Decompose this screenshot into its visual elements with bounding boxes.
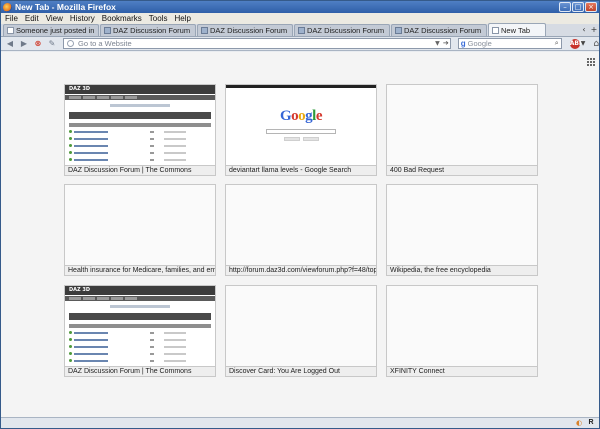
adblock-icon[interactable]: ABP xyxy=(569,38,583,49)
tile-caption: DAZ Discussion Forum | The Commons xyxy=(64,165,216,176)
tab-strip: Someone just posted in ... DAZ Discussio… xyxy=(1,23,599,37)
tab-daz-forum-1[interactable]: DAZ Discussion Forum |... xyxy=(100,24,196,36)
site-tile-discover-card[interactable]: Discover Card: You Are Logged Out xyxy=(225,285,377,377)
search-magnifier-icon[interactable]: ⌕ xyxy=(555,39,559,48)
tile-caption: deviantart llama levels - Google Search xyxy=(225,165,377,176)
menu-view[interactable]: View xyxy=(46,14,63,23)
adblock-dropdown-icon[interactable]: ▼ xyxy=(581,40,586,47)
forum-thumbnail: DAZ 3D xyxy=(64,84,216,165)
google-thumbnail: Google xyxy=(225,84,377,165)
forward-arrow-icon[interactable]: ▶ xyxy=(19,39,29,49)
tab-daz-forum-3[interactable]: DAZ Discussion Forum |... xyxy=(294,24,390,36)
site-tile-google-search[interactable]: Google deviantart llama levels - Google … xyxy=(225,84,377,176)
url-bar[interactable]: Go to a Website ▼ ➔ xyxy=(63,38,451,49)
site-tile-daz-forum-2[interactable]: DAZ 3D DAZ Discussion Forum | The Common… xyxy=(64,285,216,377)
forum-thumbnail: DAZ 3D xyxy=(64,285,216,366)
history-dropdown-icon[interactable]: ▼ xyxy=(435,39,440,48)
blank-thumbnail xyxy=(225,184,377,265)
google-engine-icon[interactable]: g xyxy=(461,39,466,48)
globe-icon xyxy=(67,40,74,47)
tab-scroll-left-icon[interactable]: ‹ xyxy=(579,25,589,35)
forum-favicon-icon xyxy=(395,27,402,34)
forum-logo-text: DAZ 3D xyxy=(69,86,91,92)
menu-file[interactable]: File xyxy=(5,14,18,23)
tab-label: DAZ Discussion Forum |... xyxy=(113,26,192,35)
site-tile-daz-forum[interactable]: DAZ 3D DAZ Discussion Forum | The Common… xyxy=(64,84,216,176)
firefox-logo-icon xyxy=(3,2,12,12)
forum-favicon-icon xyxy=(201,27,208,34)
tab-label: DAZ Discussion Forum |... xyxy=(404,26,483,35)
tile-caption: Discover Card: You Are Logged Out xyxy=(225,366,377,377)
forum-favicon-icon xyxy=(298,27,305,34)
tile-caption: Health insurance for Medicare, families,… xyxy=(64,265,216,276)
page-favicon-icon xyxy=(7,27,14,34)
blank-thumbnail xyxy=(386,84,538,165)
blank-thumbnail xyxy=(64,184,216,265)
menu-help[interactable]: Help xyxy=(174,14,190,23)
menu-tools[interactable]: Tools xyxy=(149,14,168,23)
tab-daz-forum-2[interactable]: DAZ Discussion Forum |... xyxy=(197,24,293,36)
window-controls: – □ × xyxy=(559,2,597,12)
tab-label: DAZ Discussion Forum |... xyxy=(307,26,386,35)
tab-new-tab[interactable]: New Tab xyxy=(488,23,546,36)
blank-thumbnail xyxy=(386,184,538,265)
menu-edit[interactable]: Edit xyxy=(25,14,39,23)
blank-thumbnail xyxy=(225,285,377,366)
search-placeholder: Google xyxy=(467,39,492,48)
tab-label: New Tab xyxy=(501,25,531,35)
new-tab-page: DAZ 3D DAZ Discussion Forum | The Common… xyxy=(1,52,599,417)
site-tile-wikipedia[interactable]: Wikipedia, the free encyclopedia xyxy=(386,184,538,276)
url-placeholder: Go to a Website xyxy=(78,39,132,48)
site-tile-xfinity[interactable]: XFINITY Connect xyxy=(386,285,538,377)
page-favicon-icon xyxy=(492,26,499,34)
google-logo: Google xyxy=(279,108,323,124)
status-r-label[interactable]: R xyxy=(587,419,595,427)
window-title: New Tab - Mozilla Firefox xyxy=(15,2,116,12)
browser-window: New Tab - Mozilla Firefox – □ × File Edi… xyxy=(0,0,600,429)
tab-someone-posted[interactable]: Someone just posted in ... xyxy=(3,24,99,36)
tile-caption: Wikipedia, the free encyclopedia xyxy=(386,265,538,276)
tile-caption: DAZ Discussion Forum | The Commons xyxy=(64,366,216,377)
forum-logo-text: DAZ 3D xyxy=(69,287,91,293)
tab-label: DAZ Discussion Forum |... xyxy=(210,26,289,35)
home-icon[interactable]: ⌂ xyxy=(593,39,599,49)
tab-label: Someone just posted in ... xyxy=(16,26,95,35)
new-tab-button[interactable]: + xyxy=(589,25,599,35)
bookmark-star-icon[interactable]: ✎ xyxy=(47,39,57,49)
close-button[interactable]: × xyxy=(585,2,597,12)
search-bar[interactable]: g Google ⌕ xyxy=(457,38,562,49)
tile-grid-toggle-icon[interactable] xyxy=(587,58,595,66)
tab-daz-forum-4[interactable]: DAZ Discussion Forum |... xyxy=(391,24,487,36)
site-tile-daz-viewforum[interactable]: http://forum.daz3d.com/viewforum.php?f=4… xyxy=(225,184,377,276)
site-tile-bad-request[interactable]: 400 Bad Request xyxy=(386,84,538,176)
title-bar[interactable]: New Tab - Mozilla Firefox – □ × xyxy=(1,1,599,13)
navigation-toolbar: ◀ ▶ ⊗ ✎ Go to a Website ▼ ➔ g Google ⌕ A… xyxy=(1,37,599,51)
blank-thumbnail xyxy=(386,285,538,366)
go-arrow-icon[interactable]: ➔ xyxy=(443,39,449,48)
addon-status-icon[interactable]: ◐ xyxy=(575,419,583,427)
status-bar: ◐ R xyxy=(1,417,599,428)
back-arrow-icon[interactable]: ◀ xyxy=(5,39,15,49)
tile-caption: XFINITY Connect xyxy=(386,366,538,377)
stop-icon[interactable]: ⊗ xyxy=(33,39,43,49)
minimize-button[interactable]: – xyxy=(559,2,571,12)
forum-favicon-icon xyxy=(104,27,111,34)
tile-caption: 400 Bad Request xyxy=(386,165,538,176)
menu-history[interactable]: History xyxy=(70,14,95,23)
menu-bookmarks[interactable]: Bookmarks xyxy=(102,14,142,23)
maximize-button[interactable]: □ xyxy=(572,2,584,12)
site-tile-health-insurance[interactable]: Health insurance for Medicare, families,… xyxy=(64,184,216,276)
tile-caption: http://forum.daz3d.com/viewforum.php?f=4… xyxy=(225,265,377,276)
